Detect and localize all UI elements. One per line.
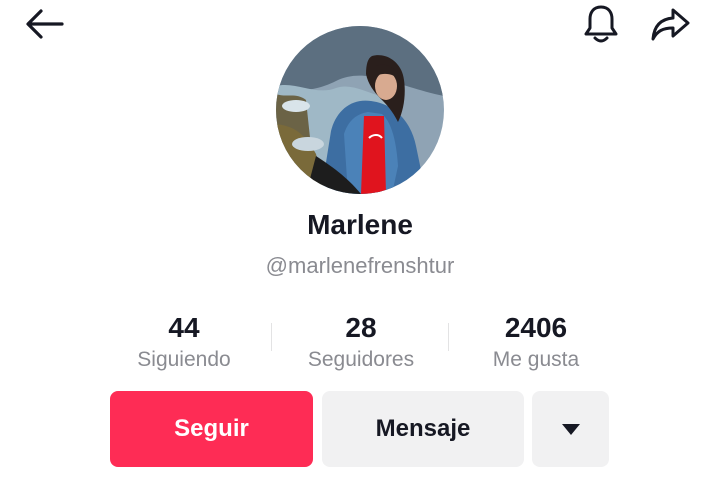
caret-down-icon bbox=[561, 424, 580, 435]
profile-photo bbox=[276, 26, 444, 194]
profile-handle: @marlenefrenshtur bbox=[265, 253, 455, 278]
bell-icon bbox=[584, 5, 618, 43]
stat-followers[interactable]: 28 Seguidores bbox=[276, 309, 446, 373]
stat-divider bbox=[271, 323, 272, 351]
share-button[interactable] bbox=[646, 2, 694, 46]
following-label: Siguiendo bbox=[137, 348, 231, 371]
followers-label: Seguidores bbox=[307, 348, 415, 371]
message-button[interactable]: Mensaje bbox=[322, 391, 524, 467]
stat-likes[interactable]: 2406 Me gusta bbox=[451, 309, 621, 373]
stat-following[interactable]: 44 Siguiendo bbox=[99, 309, 269, 373]
followers-count: 28 bbox=[345, 312, 377, 343]
back-button[interactable] bbox=[22, 4, 66, 44]
avatar[interactable] bbox=[276, 26, 444, 194]
following-count: 44 bbox=[168, 312, 200, 343]
share-arrow-icon bbox=[651, 8, 690, 41]
likes-count: 2406 bbox=[504, 312, 568, 343]
more-options-button[interactable] bbox=[532, 391, 609, 467]
notifications-button[interactable] bbox=[578, 2, 624, 46]
follow-button[interactable]: Seguir bbox=[110, 391, 313, 467]
stat-divider bbox=[448, 323, 449, 351]
arrow-left-icon bbox=[26, 9, 64, 39]
likes-label: Me gusta bbox=[492, 348, 580, 371]
profile-name: Marlene bbox=[307, 209, 413, 240]
